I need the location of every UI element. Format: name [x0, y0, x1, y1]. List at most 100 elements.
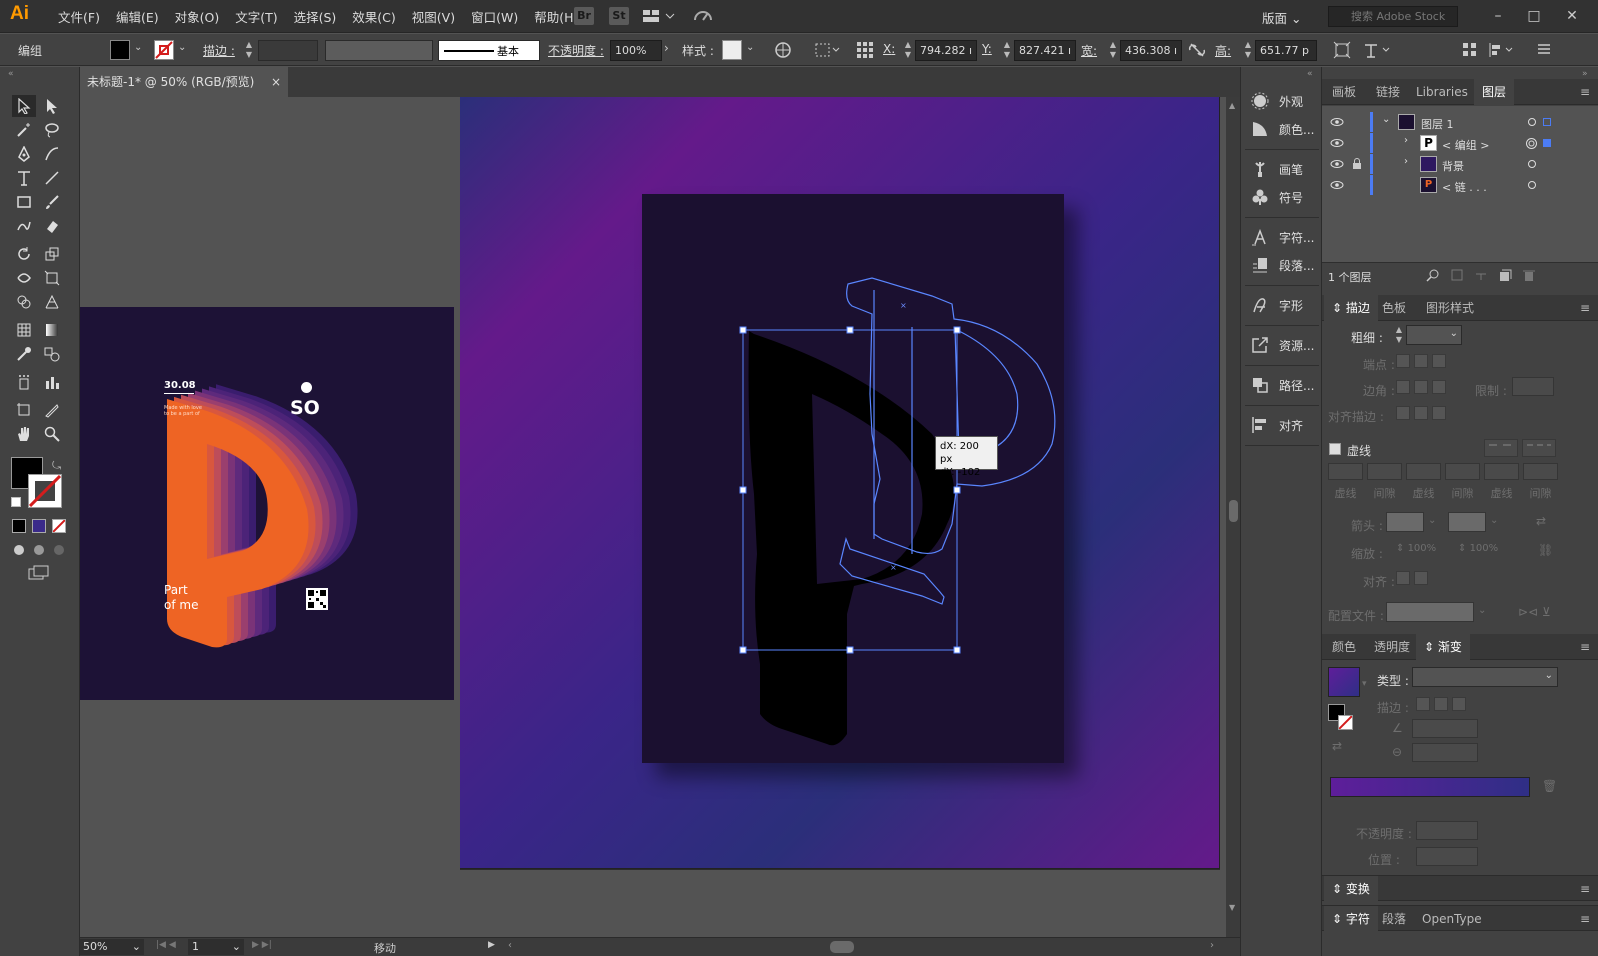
vertical-scrollbar[interactable]: ▲ ▼ — [1226, 97, 1240, 937]
blend-tool-icon[interactable] — [40, 343, 64, 365]
dock-brushes[interactable]: 画笔 — [1241, 155, 1323, 183]
target-circle-icon[interactable] — [1527, 117, 1537, 127]
fill-swatch[interactable] — [110, 40, 130, 60]
gradient-preview-swatch[interactable] — [1328, 667, 1360, 697]
expand-dock-icon[interactable]: « — [1307, 69, 1313, 79]
tab-gradient[interactable]: ⇕ 渐变 — [1416, 634, 1470, 660]
fill-dropdown-icon[interactable]: ⌄ — [134, 42, 142, 53]
stroke-panel-menu-icon[interactable]: ≡ — [1580, 301, 1590, 315]
color-mode-icon[interactable] — [12, 519, 26, 533]
dock-asset-export[interactable]: 资源... — [1241, 331, 1323, 359]
dock-pathfinder[interactable]: 路径... — [1241, 371, 1323, 399]
menu-object[interactable]: 对象(O) — [167, 7, 228, 26]
opacity-input[interactable]: 100% — [610, 40, 662, 61]
symbol-sprayer-tool-icon[interactable] — [12, 371, 36, 393]
zoom-tool-icon[interactable] — [40, 423, 64, 445]
isolate-selected-icon[interactable] — [1362, 41, 1392, 59]
scale-start-value[interactable]: ⇕ 100% — [1396, 543, 1436, 554]
visibility-eye-icon[interactable] — [1330, 116, 1344, 128]
flip-across-icon[interactable]: ⊻ — [1542, 605, 1551, 619]
scale-tool-icon[interactable] — [40, 243, 64, 265]
expand-arrow-icon[interactable]: › — [1404, 156, 1408, 167]
hand-tool-icon[interactable] — [12, 423, 36, 445]
delete-layer-icon[interactable] — [1522, 268, 1536, 282]
gpu-performance-icon[interactable] — [692, 6, 714, 26]
scroll-right-icon[interactable]: › — [1210, 940, 1214, 951]
visibility-eye-icon[interactable] — [1330, 179, 1344, 191]
layer-name[interactable]: 背景 — [1442, 158, 1464, 174]
next-artboard-icon[interactable]: ▶ ▶| — [252, 940, 272, 950]
first-artboard-icon[interactable]: |◀ ◀ — [156, 940, 176, 950]
column-graph-tool-icon[interactable] — [40, 371, 64, 393]
menu-edit[interactable]: 编辑(E) — [108, 7, 167, 26]
magic-wand-tool-icon[interactable] — [12, 119, 36, 141]
scroll-down-icon[interactable]: ▼ — [1229, 903, 1235, 912]
scroll-up-icon[interactable]: ▲ — [1229, 101, 1235, 110]
distribute-icon[interactable] — [1488, 41, 1516, 59]
transform-panel-menu-icon[interactable]: ≡ — [1580, 882, 1590, 896]
document-tab[interactable]: 未标题-1* @ 50% (RGB/预览) × — [80, 67, 288, 97]
none-mode-icon[interactable] — [52, 519, 66, 533]
y-spinner[interactable]: ▲ ▼ — [1002, 40, 1012, 61]
menu-view[interactable]: 视图(V) — [404, 7, 463, 26]
tab-layers[interactable]: 图层 — [1474, 79, 1515, 105]
dock-color-guide[interactable]: 颜色... — [1241, 115, 1323, 143]
start-arrow-dropdown-icon[interactable]: ⌄ — [1428, 515, 1436, 526]
gradient-stroke-box[interactable] — [1338, 715, 1353, 730]
arrow-align-buttons[interactable] — [1396, 571, 1428, 585]
artboard-number-input[interactable]: 1 ⌄ — [188, 939, 244, 955]
tab-libraries[interactable]: Libraries — [1408, 79, 1476, 105]
stock-button[interactable]: St — [609, 7, 629, 25]
close-window-button[interactable]: ✕ — [1558, 4, 1586, 28]
tab-paragraph[interactable]: 段落 — [1374, 906, 1414, 932]
flip-along-icon[interactable]: ⊳⊲ — [1518, 605, 1538, 619]
eraser-tool-icon[interactable] — [40, 215, 64, 237]
layer-name[interactable]: 图层 1 — [1421, 116, 1454, 132]
shaper-tool-icon[interactable] — [12, 215, 36, 237]
style-dropdown-icon[interactable]: ⌄ — [746, 42, 754, 53]
menu-file[interactable]: 文件(F) — [50, 7, 108, 26]
target-circle-icon[interactable] — [1527, 180, 1537, 190]
zoom-level-input[interactable]: 50% ⌄ — [80, 939, 144, 955]
stock-search-input[interactable]: 搜索 Adobe Stock — [1328, 6, 1458, 27]
canvas-area[interactable]: 30.08 Made with love to be a part of SO … — [80, 97, 1240, 937]
selection-tool-icon[interactable] — [12, 95, 36, 117]
tab-stroke[interactable]: ⇕ 描边 — [1324, 295, 1378, 321]
layers-panel-menu-icon[interactable]: ≡ — [1580, 85, 1590, 99]
dash-gap-inputs[interactable] — [1328, 463, 1558, 480]
gradient-slider-bar[interactable] — [1330, 777, 1530, 797]
menu-select[interactable]: 选择(S) — [286, 7, 345, 26]
swap-arrowheads-icon[interactable]: ⇄ — [1536, 514, 1546, 528]
menu-type[interactable]: 文字(T) — [227, 7, 285, 26]
paintbrush-tool-icon[interactable] — [40, 191, 64, 213]
tab-transparency[interactable]: 透明度 — [1366, 634, 1418, 660]
width-input[interactable]: 436.308 ı — [1120, 40, 1182, 61]
width-tool-icon[interactable] — [12, 267, 36, 289]
stroke-dropdown-icon[interactable]: ⌄ — [178, 42, 186, 53]
maximize-button[interactable]: □ — [1520, 4, 1548, 28]
rectangle-tool-icon[interactable] — [12, 191, 36, 213]
start-arrowhead-select[interactable] — [1386, 512, 1424, 532]
tab-transform[interactable]: ⇕ 变换 — [1324, 876, 1378, 902]
align-to-icon[interactable] — [815, 42, 841, 58]
screen-mode-icon[interactable] — [28, 565, 50, 581]
gradient-preset-dropdown-icon[interactable]: ▾ — [1362, 679, 1367, 689]
stroke-color-box[interactable] — [28, 474, 62, 508]
visibility-eye-icon[interactable] — [1330, 137, 1344, 149]
lasso-tool-icon[interactable] — [40, 119, 64, 141]
align-objects-icon[interactable] — [1462, 41, 1478, 59]
dock-glyphs[interactable]: 字形 — [1241, 291, 1323, 319]
tab-graphic-styles[interactable]: 图形样式 — [1418, 295, 1482, 321]
graphic-style-swatch[interactable] — [722, 40, 742, 60]
stroke-weight-panel-input[interactable]: ⌄ — [1406, 325, 1462, 345]
expand-chevron-icon[interactable]: ⌄ — [1382, 114, 1390, 125]
pen-tool-icon[interactable] — [12, 143, 36, 165]
arrange-documents-icon[interactable] — [642, 8, 676, 24]
shape-builder-tool-icon[interactable] — [12, 291, 36, 313]
dashed-line-checkbox[interactable] — [1329, 443, 1341, 455]
constrain-proportions-icon[interactable] — [1188, 42, 1206, 58]
tab-character[interactable]: ⇕ 字符 — [1324, 906, 1378, 932]
workspace-switcher[interactable]: 版面 ⌄ — [1262, 8, 1301, 27]
stroke-weight-input[interactable] — [258, 40, 318, 61]
limit-input[interactable] — [1512, 377, 1554, 396]
